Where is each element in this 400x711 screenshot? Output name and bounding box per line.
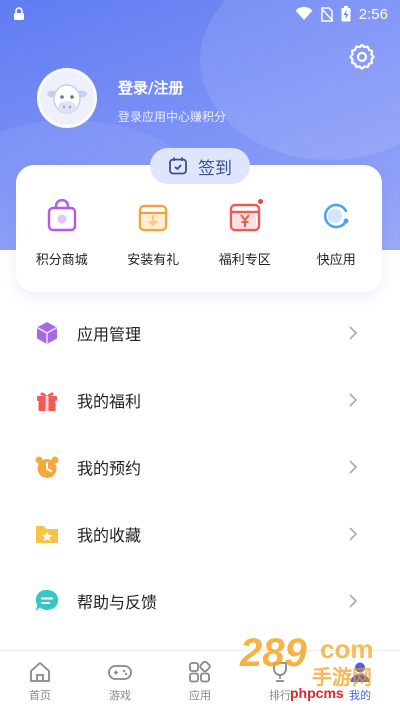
- nav-tab-ranking[interactable]: 排行: [240, 651, 320, 711]
- chevron-right-icon: [349, 593, 358, 608]
- avatar[interactable]: [37, 68, 97, 128]
- watermark-text: phpcms: [290, 685, 344, 701]
- gift-icon: [37, 392, 57, 411]
- quick-action-label: 快应用: [316, 253, 356, 268]
- menu-item-my-welfare[interactable]: 我的福利: [0, 366, 400, 433]
- status-time: 2:56: [358, 5, 388, 23]
- home-icon: [30, 662, 50, 682]
- gamepad-icon: [108, 665, 132, 680]
- settings-button[interactable]: [346, 40, 378, 72]
- chevron-right-icon: [349, 392, 358, 407]
- checkin-button[interactable]: 签到: [150, 148, 250, 184]
- login-subtitle: 登录应用中心赚积分: [118, 110, 227, 124]
- chevron-right-icon: [349, 325, 358, 340]
- shopping-bag-icon: [47, 199, 76, 232]
- nav-tab-mine[interactable]: 我的: [320, 651, 400, 711]
- cube-icon: [36, 321, 58, 344]
- quick-action-points-mall[interactable]: 积分商城: [16, 198, 108, 268]
- quick-action-label: 积分商城: [35, 253, 88, 268]
- status-bar: 2:56: [0, 0, 400, 28]
- nav-label: 应用: [189, 689, 211, 702]
- menu-item-label: 我的收藏: [77, 525, 142, 545]
- nav-label: 我的: [349, 689, 371, 702]
- quick-action-install-gift[interactable]: 安装有礼: [108, 198, 200, 268]
- chevron-right-icon: [349, 526, 358, 541]
- gear-icon: [349, 43, 375, 70]
- notification-dot: [256, 198, 264, 205]
- nav-tab-apps[interactable]: 应用: [160, 651, 240, 711]
- cow-avatar-icon: [47, 84, 87, 114]
- bottom-navigation: 首页 游戏 应用 排行 我的: [0, 650, 400, 711]
- quick-actions-row: 积分商城 安装有礼 福利专区 快应用: [16, 198, 382, 268]
- nav-tab-home[interactable]: 首页: [0, 651, 80, 711]
- calendar-icon: [169, 157, 187, 175]
- yen-gift-icon: [229, 203, 260, 232]
- quick-action-welfare-zone[interactable]: 福利专区: [199, 198, 291, 268]
- menu-list: 应用管理 我的福利 我的预约 我的收藏 帮助与反馈: [0, 299, 400, 634]
- wifi-icon: [295, 7, 313, 20]
- menu-item-label: 帮助与反馈: [77, 592, 158, 612]
- menu-item-my-favorites[interactable]: 我的收藏: [0, 500, 400, 567]
- checkin-label: 签到: [198, 158, 232, 179]
- user-icon: [350, 662, 370, 682]
- chat-bubble-icon: [35, 589, 59, 611]
- apps-grid-icon: [189, 661, 211, 683]
- menu-item-help-feedback[interactable]: 帮助与反馈: [0, 567, 400, 634]
- quick-action-label: 福利专区: [218, 253, 271, 268]
- nav-label: 首页: [29, 689, 51, 702]
- menu-item-label: 我的福利: [77, 391, 142, 411]
- trophy-icon: [273, 662, 287, 682]
- chevron-right-icon: [349, 459, 358, 474]
- menu-item-my-reservations[interactable]: 我的预约: [0, 433, 400, 500]
- quick-action-quick-app[interactable]: 快应用: [291, 198, 383, 268]
- nav-label: 排行: [269, 689, 291, 702]
- battery-icon: [341, 6, 351, 22]
- star-folder-icon: [36, 525, 58, 543]
- no-sim-icon: [320, 6, 333, 22]
- quick-app-icon: [324, 203, 349, 229]
- nav-label: 游戏: [109, 689, 131, 702]
- lock-icon: [14, 7, 24, 20]
- menu-item-label: 我的预约: [77, 458, 142, 478]
- alarm-clock-icon: [35, 456, 59, 478]
- nav-tab-games[interactable]: 游戏: [80, 651, 160, 711]
- quick-action-label: 安装有礼: [127, 253, 180, 268]
- menu-item-app-management[interactable]: 应用管理: [0, 299, 400, 366]
- menu-item-label: 应用管理: [77, 324, 142, 344]
- gift-box-icon: [139, 204, 168, 232]
- login-register-link[interactable]: 登录/注册: [118, 77, 183, 98]
